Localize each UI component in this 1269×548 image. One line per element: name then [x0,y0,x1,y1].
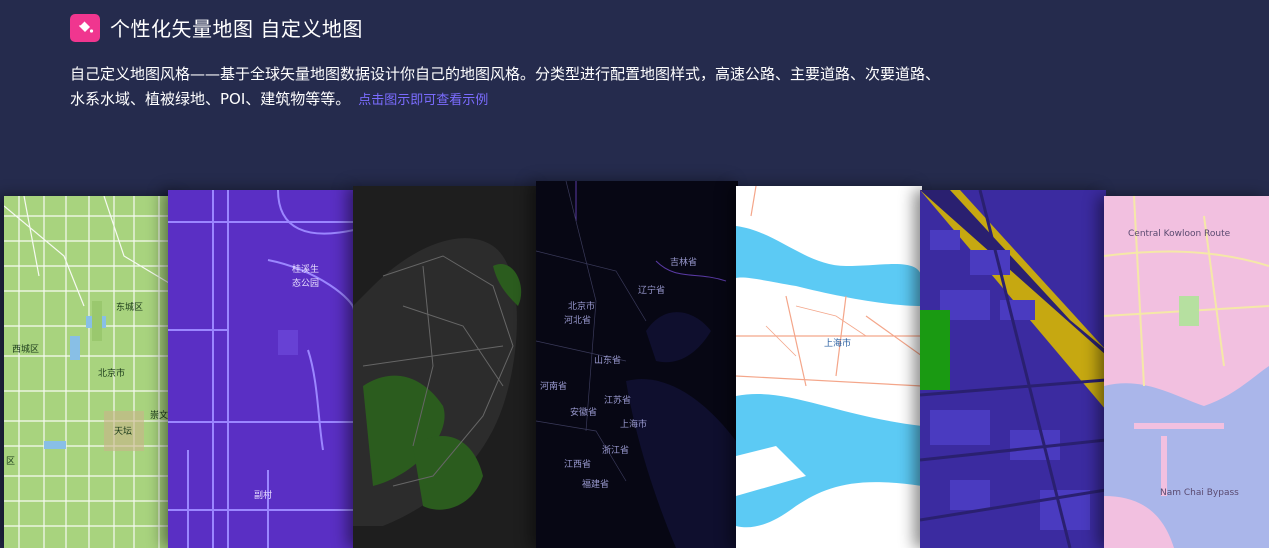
map-thumbnail-pink[interactable]: Central Kowloon Route Nam Chai Bypass [1104,196,1269,548]
map-thumbnail-midnight[interactable]: 吉林省 辽宁省 北京市 河北省 山东省 河南省 安徽省 江苏省 上海市 浙江省 江西省 福建省 [536,181,738,548]
map-thumbnail-purple[interactable]: 桂溪生 态公园 副村 [168,190,354,548]
map-thumbnail-green-light[interactable]: 东城区 西城区 北京市 崇文 天坛区 [4,196,184,548]
map-thumbnail-dark-green[interactable] [353,186,540,548]
map-thumbnail-indigo-gold[interactable] [920,190,1106,548]
map-thumbnail-light-blue[interactable]: 上海市 [736,186,922,548]
map-style-gallery: 东城区 西城区 北京市 崇文 天坛区 桂溪生 态公园 副村 吉林省 辽宁省 北京… [0,0,1269,548]
